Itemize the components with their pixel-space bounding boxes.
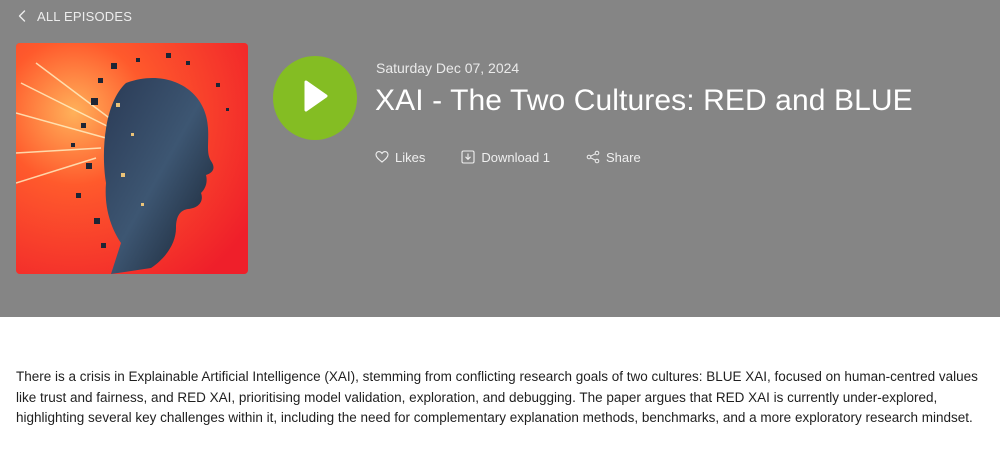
- all-episodes-link[interactable]: ALL EPISODES: [18, 7, 132, 25]
- play-button[interactable]: [273, 56, 357, 140]
- share-icon: [586, 150, 600, 164]
- likes-button[interactable]: Likes: [375, 150, 425, 165]
- likes-label: Likes: [395, 149, 426, 165]
- episode-title: XAI - The Two Cultures: RED and BLUE: [375, 84, 913, 117]
- play-icon: [300, 79, 330, 118]
- episode-date: Saturday Dec 07, 2024: [376, 60, 520, 76]
- episode-header: ALL EPISODES Saturday Dec 07, 2024 XAI -…: [0, 0, 1000, 317]
- download-icon: [461, 150, 475, 164]
- heart-icon: [375, 150, 389, 164]
- episode-description: There is a crisis in Explainable Artific…: [16, 369, 978, 425]
- share-button[interactable]: Share: [586, 150, 641, 165]
- download-label: Download 1: [481, 149, 551, 165]
- episode-actions: Likes Download 1 Share: [375, 148, 641, 166]
- download-button[interactable]: Download 1: [461, 150, 550, 165]
- episode-cover-image: [16, 43, 248, 274]
- chevron-left-icon: [18, 9, 30, 23]
- all-episodes-label: ALL EPISODES: [37, 8, 133, 24]
- share-label: Share: [606, 149, 641, 165]
